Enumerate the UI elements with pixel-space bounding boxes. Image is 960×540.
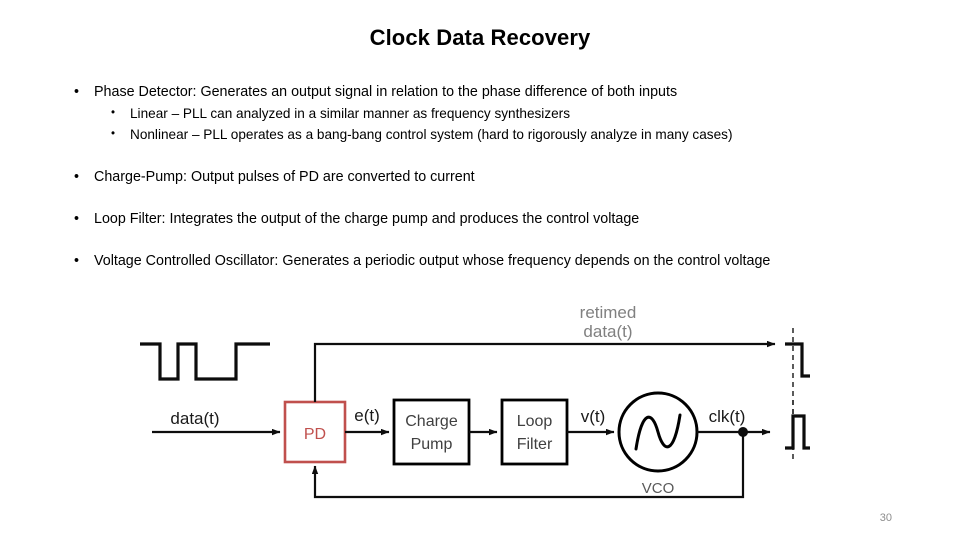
signal-label-retimed-line1: retimed — [580, 303, 637, 322]
bullet-marker-icon: • — [74, 211, 80, 227]
slide-body: • Phase Detector: Generates an output si… — [64, 82, 904, 272]
cdr-block-diagram: PD Charge Pump Loop Filter VCO data(t) e… — [130, 296, 810, 511]
list-item-label: Loop Filter: Integrates the output of th… — [94, 211, 640, 227]
list-item-label: Voltage Controlled Oscillator: Generates… — [94, 253, 771, 269]
list-item: • Loop Filter: Integrates the output of … — [64, 209, 904, 230]
list-item: • Voltage Controlled Oscillator: Generat… — [64, 251, 904, 272]
list-item: • Phase Detector: Generates an output si… — [64, 82, 904, 103]
signal-label-e-t: e(t) — [354, 406, 380, 425]
page-title: Clock Data Recovery — [369, 25, 591, 50]
clock-waveform — [785, 400, 810, 462]
block-label-charge-pump-line1: Charge — [405, 413, 458, 430]
list-item-label: Phase Detector: Generates an output sign… — [94, 84, 678, 100]
list-item: • Linear – PLL can analyzed in a similar… — [64, 103, 904, 124]
block-label-loop-filter-line2: Filter — [517, 436, 553, 453]
block-vco: VCO — [617, 391, 699, 497]
bullet-marker-icon: • — [74, 253, 80, 269]
signal-label-data-in: data(t) — [170, 409, 219, 428]
block-loop-filter: Loop Filter — [500, 398, 569, 466]
bullet-marker-icon: • — [111, 107, 116, 119]
list-item: • Charge-Pump: Output pulses of PD are c… — [64, 167, 904, 188]
clk-junction-dot — [738, 427, 748, 437]
bullet-marker-icon: • — [111, 128, 116, 140]
block-label-charge-pump-line2: Pump — [411, 436, 453, 453]
list-item-label: Charge-Pump: Output pulses of PD are con… — [94, 169, 475, 185]
bullet-marker-icon: • — [74, 169, 80, 185]
block-label-loop-filter-line1: Loop — [517, 413, 553, 430]
input-data-waveform — [140, 342, 270, 381]
page-number: 30 — [879, 512, 892, 524]
block-label-vco: VCO — [642, 480, 675, 497]
list-item-label: Linear – PLL can analyzed in a similar m… — [130, 106, 571, 121]
block-label-pd: PD — [304, 426, 326, 443]
list-item-label: Nonlinear – PLL operates as a bang-bang … — [130, 127, 733, 142]
signal-label-v-t: v(t) — [581, 407, 606, 426]
list-item: • Nonlinear – PLL operates as a bang-ban… — [64, 124, 904, 145]
retimed-data-waveform — [785, 328, 810, 416]
signal-label-retimed-line2: data(t) — [583, 322, 632, 341]
bullet-marker-icon: • — [74, 84, 80, 100]
block-charge-pump: Charge Pump — [392, 398, 471, 466]
block-phase-detector: PD — [283, 400, 347, 464]
signal-label-clk-t: clk(t) — [709, 407, 746, 426]
